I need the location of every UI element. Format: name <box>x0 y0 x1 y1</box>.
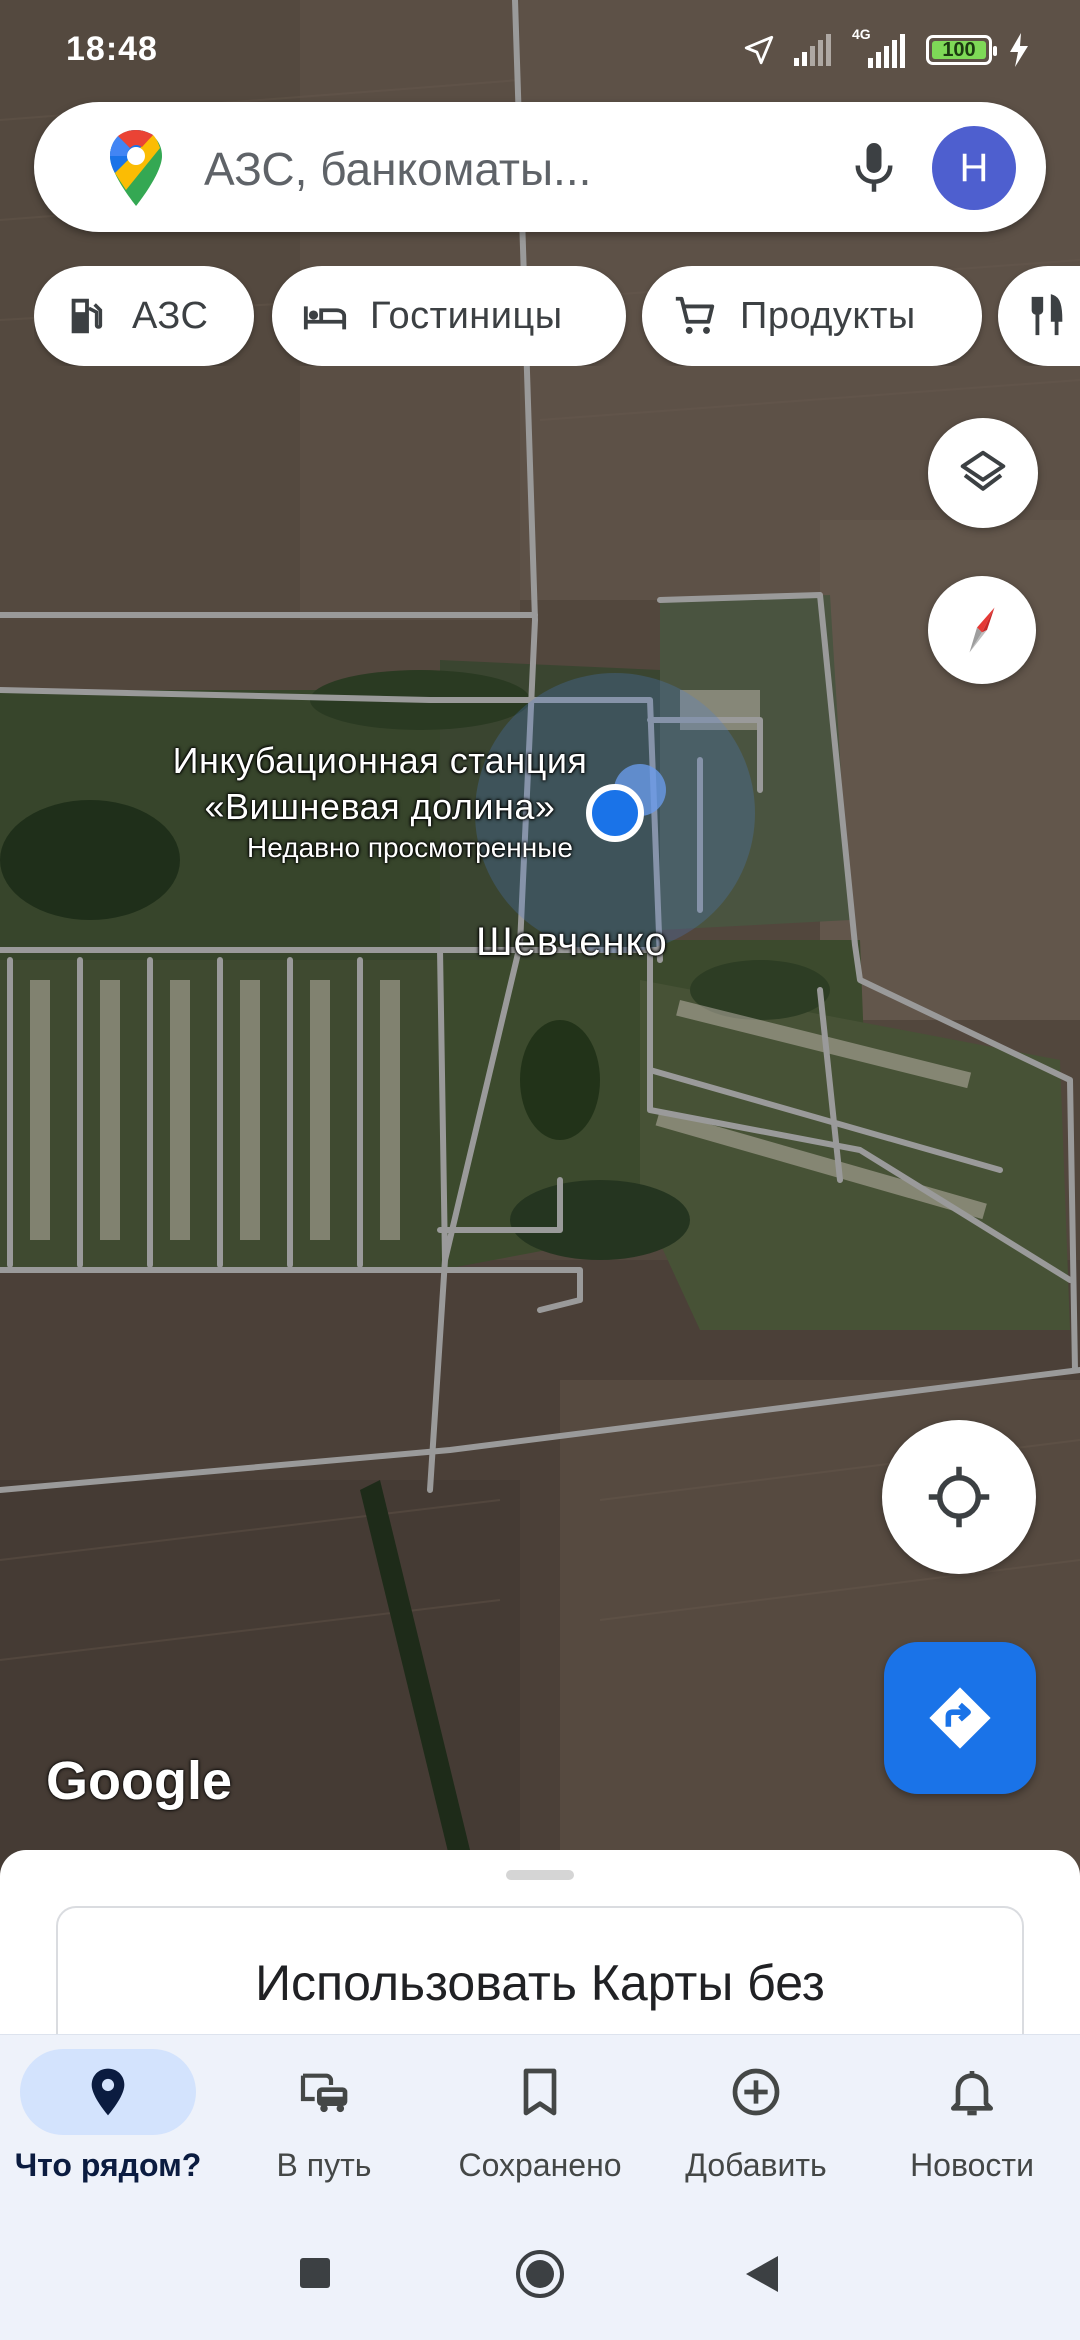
chip-label: Гостиницы <box>370 294 563 337</box>
gas-station-icon <box>71 298 103 334</box>
chip-hotels[interactable]: Гостиницы <box>272 266 626 366</box>
nav-contribute[interactable]: Добавить <box>648 2035 864 2211</box>
nav-explore[interactable]: Что рядом? <box>0 2035 216 2211</box>
layers-button[interactable] <box>928 418 1038 528</box>
nav-saved[interactable]: Сохранено <box>432 2035 648 2211</box>
chip-restaurants[interactable] <box>998 266 1080 366</box>
nav-go[interactable]: В путь <box>216 2035 432 2211</box>
compass-button[interactable] <box>928 576 1036 684</box>
recent-apps-icon[interactable] <box>298 2256 332 2290</box>
nav-label: Сохранено <box>458 2147 622 2183</box>
network-type: 4G <box>852 26 871 42</box>
my-location-button[interactable] <box>882 1420 1036 1574</box>
back-icon[interactable] <box>744 2254 780 2294</box>
directions-icon <box>929 1687 991 1749</box>
charging-icon <box>1010 33 1028 67</box>
poi-name-line2: «Вишневая долина» <box>204 786 556 827</box>
nav-label: Что рядом? <box>14 2147 202 2183</box>
nav-label: Новости <box>910 2147 1034 2183</box>
status-icons: 4G 100 <box>742 26 1030 70</box>
bell-icon <box>951 2071 993 2116</box>
status-time: 18:48 <box>66 30 158 68</box>
add-circle-icon <box>732 2068 780 2116</box>
google-attribution: Google <box>46 1751 232 1811</box>
directions-button[interactable] <box>884 1642 1036 1794</box>
search-bar[interactable]: АЗС, банкоматы... Н <box>34 102 1046 232</box>
bottom-navigation: Что рядом? В путь Сохранено Добавить Нов… <box>0 2034 1080 2210</box>
chip-groceries[interactable]: Продукты <box>642 266 982 366</box>
crosshair-icon <box>928 1466 990 1528</box>
bookmark-icon <box>523 2068 557 2116</box>
location-arrow-icon <box>744 35 774 65</box>
poi-name-label[interactable]: Инкубационная станция «Вишневая долина» <box>120 738 640 830</box>
chip-label: АЗС <box>132 294 209 337</box>
town-label[interactable]: Шевченко <box>476 920 668 965</box>
poi-subtitle-label: Недавно просмотренные <box>247 832 573 863</box>
status-bar: 18:48 4G 100 <box>0 0 1080 100</box>
nav-updates[interactable]: Новости <box>864 2035 1080 2211</box>
layers-icon <box>960 450 1006 491</box>
google-maps-logo-icon <box>110 130 162 206</box>
restaurant-icon <box>1031 294 1063 336</box>
battery-indicator: 100 <box>926 35 997 65</box>
incognito-card-title: Использовать Карты без <box>255 1955 825 2011</box>
mobile-signal-4g: 4G <box>850 26 910 68</box>
poi-name-line1: Инкубационная станция <box>172 740 588 781</box>
chip-gas-stations[interactable]: АЗС <box>34 266 254 366</box>
chip-label: Продукты <box>740 294 916 337</box>
home-icon[interactable] <box>514 2248 566 2300</box>
search-input[interactable]: АЗС, банкоматы... <box>204 142 591 196</box>
account-avatar[interactable]: Н <box>932 126 1016 210</box>
nav-label: В путь <box>276 2147 372 2183</box>
category-chips: АЗС Гостиницы Продукты <box>34 266 1080 366</box>
location-pin-icon <box>91 2068 125 2116</box>
shopping-cart-icon <box>675 296 715 334</box>
commute-icon <box>300 2073 348 2113</box>
compass-icon <box>969 607 995 653</box>
system-navigation-bar <box>0 2210 1080 2340</box>
microphone-icon[interactable] <box>844 136 904 200</box>
hotel-bed-icon <box>303 306 347 330</box>
bottom-sheet[interactable]: Использовать Карты без <box>0 1850 1080 2040</box>
battery-level: 100 <box>942 38 976 61</box>
nav-label: Добавить <box>685 2147 827 2183</box>
signal-icon <box>794 34 831 66</box>
sheet-drag-handle[interactable] <box>506 1870 574 1880</box>
